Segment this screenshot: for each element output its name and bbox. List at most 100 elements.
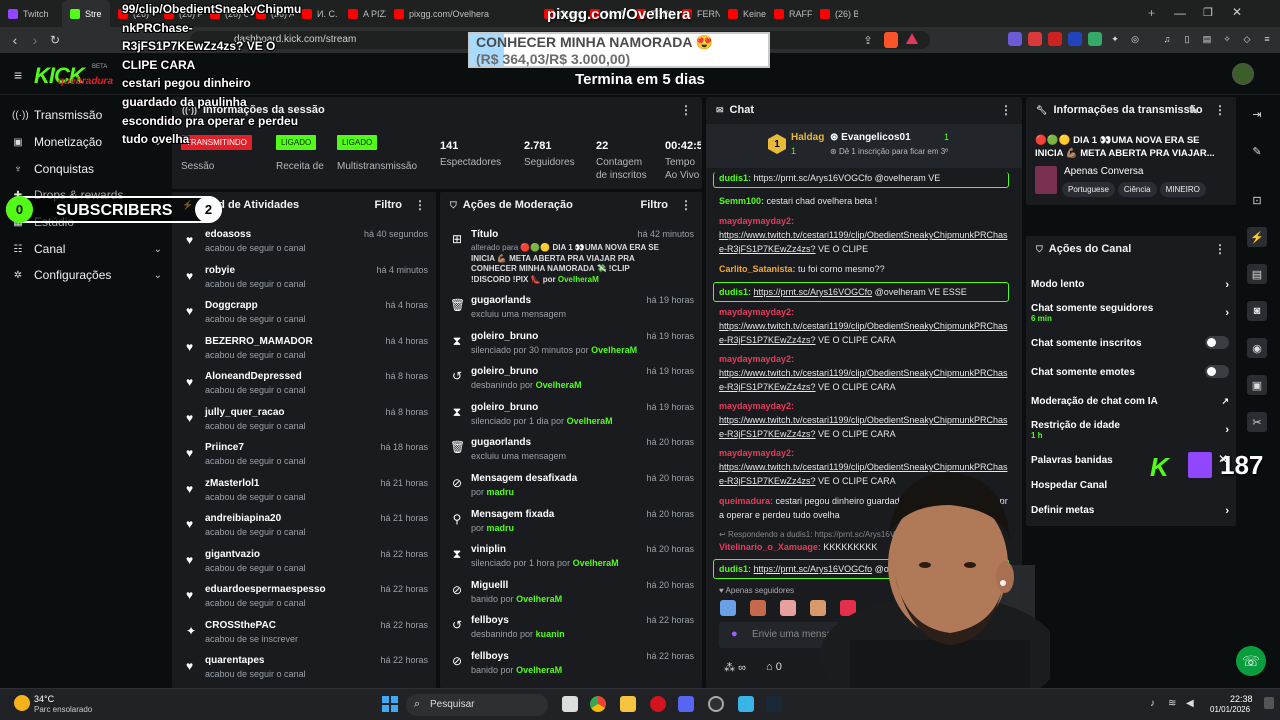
volume-icon[interactable]: ◀ [1186,698,1194,709]
stream-tag[interactable]: Ciência [1117,182,1157,197]
feed-username[interactable]: eduardoespermaespesso [205,584,326,595]
filter-button[interactable]: Filtro [375,199,403,211]
mod-action-name[interactable]: goleiro_bruno [471,366,538,377]
extension-icon[interactable] [1068,32,1082,46]
mod-action-name[interactable]: fellboys [471,651,509,662]
chat-username[interactable]: dudis1: [719,287,751,297]
vpn-icon[interactable]: ◇ [1240,32,1254,46]
rail-broadcast-icon[interactable]: ◉ [1247,338,1267,358]
rail-edit-icon[interactable]: ✎ [1247,141,1267,161]
channel-action-row[interactable]: Chat somente seguidores 6 min › [1031,303,1229,323]
stream-tag[interactable]: MINEIRO [1159,182,1206,197]
feed-username[interactable]: andreibiapina20 [205,513,281,524]
wifi-icon[interactable]: ≋ [1168,698,1176,709]
mod-action-name[interactable]: Miguelll [471,580,508,591]
browser-tab[interactable]: pixgg.com/Ovelhera [386,0,536,27]
more-icon[interactable]: ⋮ [1214,242,1226,256]
obs-icon[interactable] [708,696,724,712]
forward-icon[interactable]: › [24,29,46,51]
close-icon[interactable]: ✕ [1232,5,1242,19]
reload-icon[interactable]: ↻ [44,29,66,51]
share-icon[interactable]: ⇪ [857,29,879,51]
browser-tab[interactable]: Keinem [720,0,766,27]
extension-icon[interactable] [1048,32,1062,46]
folder-icon[interactable] [620,696,636,712]
mic-icon[interactable]: ♪ [1150,698,1155,709]
channel-action-row[interactable]: Modo lento › [1031,279,1229,291]
toggle-switch[interactable] [1205,336,1229,349]
edit-icon[interactable]: ✎ [1189,104,1198,117]
mod-action-by[interactable]: OvelheraM [536,380,582,390]
menu-icon[interactable]: ≡ [1260,32,1274,46]
browser-tab[interactable]: (26) Billy [812,0,858,27]
new-tab-icon[interactable]: + [1148,6,1155,20]
discord-icon[interactable] [678,696,694,712]
mod-action-by[interactable]: OvelheraM [516,665,562,675]
top-gifter[interactable]: ⊛ Evangelicos01 [830,132,911,143]
mod-action-name[interactable]: fellboys [471,615,509,626]
windows-start-icon[interactable] [382,696,398,712]
chat-username[interactable]: dudis1: [719,173,751,183]
gift-indicator[interactable]: ⌂ 0 [766,661,782,673]
taskbar-search[interactable]: ⌕ Pesquisar [406,694,548,716]
emote-icon[interactable] [780,600,796,616]
mod-action-by[interactable]: OvelheraM [573,558,619,568]
chat-username[interactable]: queimadura: [719,496,773,506]
more-icon[interactable]: ⋮ [680,103,692,117]
maximize-icon[interactable]: ❐ [1203,6,1213,19]
more-icon[interactable]: ⋮ [1000,103,1012,117]
notifications-icon[interactable] [1264,697,1274,709]
sidebar-toggle-icon[interactable]: ▯ [1180,32,1194,46]
steam-icon[interactable] [766,696,782,712]
feed-username[interactable]: Priince7 [205,442,244,453]
emote-picker-icon[interactable]: ● [731,628,738,640]
mod-action-name[interactable]: Mensagem desafixada [471,473,577,484]
extension-icon[interactable] [1028,32,1042,46]
stream-category[interactable]: Apenas Conversa [1064,166,1144,177]
leaderboard-user[interactable]: Haldag [791,132,824,143]
brave-rewards-icon[interactable] [906,33,918,44]
browser-tab[interactable]: Stre [62,0,110,27]
feed-username[interactable]: edoasoss [205,229,251,240]
extension-icon[interactable]: ◎ [1128,32,1142,46]
mod-action-by[interactable]: OvelheraM [516,594,562,604]
back-icon[interactable]: ‹ [4,29,26,51]
sidebar-item-canal[interactable]: ☷ Canal ⌄ [12,240,162,258]
browser-tab[interactable]: Twitch [0,0,62,27]
browser-tab[interactable]: RAFFLES [766,0,812,27]
rail-bolt-icon[interactable]: ⚡ [1247,227,1267,247]
app-icon[interactable] [738,696,754,712]
chat-username[interactable]: maydaymayday2: [719,448,794,458]
extension-icon[interactable] [1088,32,1102,46]
mod-action-by[interactable]: OvelheraM [567,416,613,426]
channel-action-row[interactable]: Moderação de chat com IA ↗ [1031,396,1229,407]
feed-username[interactable]: gigantvazio [205,549,260,560]
emote-icon[interactable] [750,600,766,616]
feed-username[interactable]: BEZERRO_MAMADOR [205,336,313,347]
mod-action-by[interactable]: madru [487,523,515,533]
chat-username[interactable]: maydaymayday2: [719,307,794,317]
channel-action-row[interactable]: Definir metas › [1031,505,1229,517]
weather-temp[interactable]: 34°C [34,694,54,704]
points-indicator[interactable]: ⁂ ∞ [724,661,746,674]
sidebar-item-conquistas[interactable]: ♆ Conquistas [12,160,162,178]
more-icon[interactable]: ⋮ [1214,103,1226,117]
mod-action-by[interactable]: kuanin [536,629,565,639]
rail-target-icon[interactable]: ⊡ [1247,190,1267,210]
category-thumbnail[interactable] [1035,166,1057,194]
emote-icon[interactable] [720,600,736,616]
ai-icon[interactable]: ✧ [1220,32,1234,46]
browser-tab[interactable]: A PIZZA [340,0,386,27]
rail-info-icon[interactable]: ▣ [1247,375,1267,395]
mod-action-name[interactable]: viniplin [471,544,506,555]
chat-username[interactable]: Semm100: [719,196,764,206]
feed-username[interactable]: robyie [205,265,235,276]
mod-action-name[interactable]: gugaorlands [471,437,531,448]
minimize-icon[interactable]: — [1174,6,1186,20]
stream-tag[interactable]: Portuguese [1062,182,1115,197]
mod-action-name[interactable]: goleiro_bruno [471,331,538,342]
close-icon[interactable]: ✕ [1218,452,1228,466]
chat-username[interactable]: dudis1: [719,564,751,574]
feed-username[interactable]: AloneandDepressed [205,371,302,382]
rail-wrench-icon[interactable]: ✂ [1247,412,1267,432]
